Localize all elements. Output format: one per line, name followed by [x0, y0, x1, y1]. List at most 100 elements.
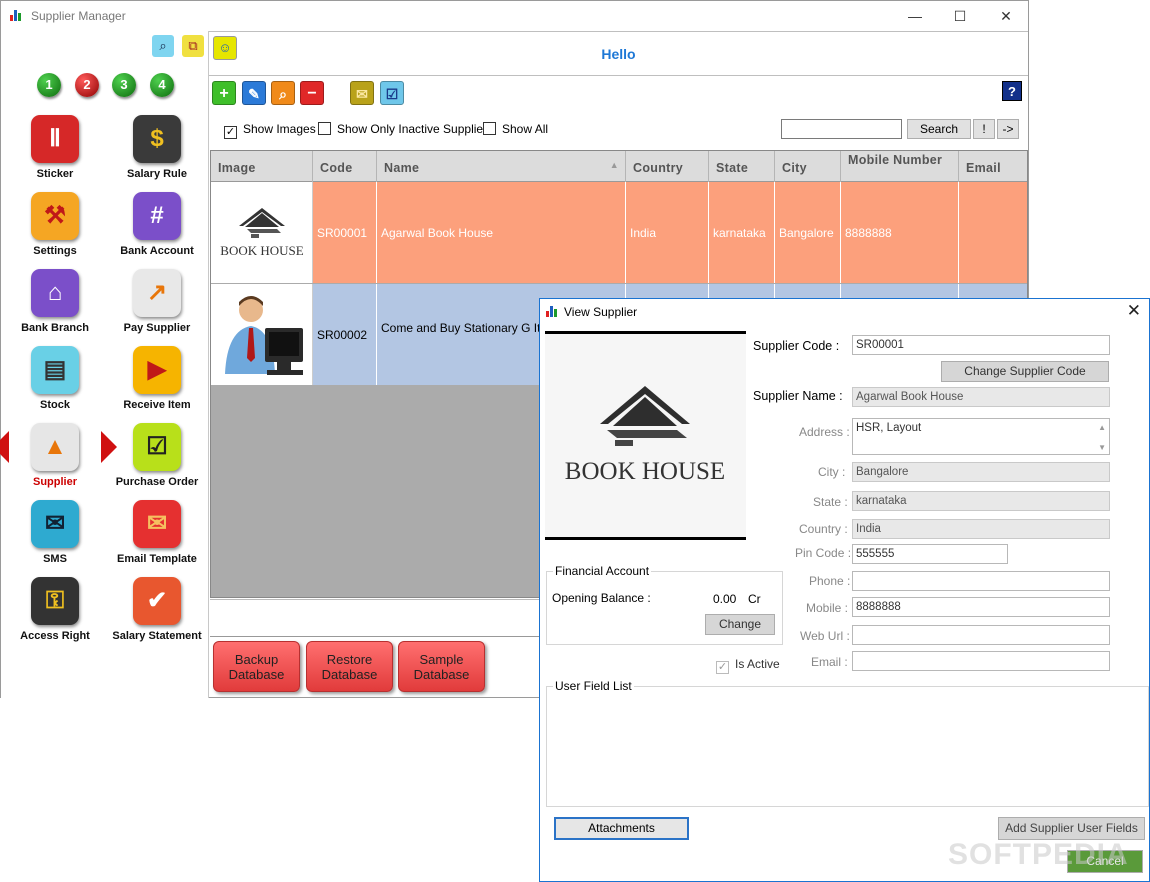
windows-icon[interactable]: ⧉	[182, 35, 204, 57]
col-name-label: Name	[384, 161, 420, 175]
nav-sms[interactable]: ✉ SMS	[7, 500, 103, 575]
nav-access-right[interactable]: ⚿ Access Right	[7, 577, 103, 652]
supplier-image: BOOK HOUSE	[545, 331, 746, 540]
greeting: Hello	[601, 46, 636, 62]
city-label: City :	[818, 465, 846, 479]
scroll-up-icon[interactable]: ▲	[1098, 420, 1106, 435]
arrow-button[interactable]: ->	[997, 119, 1019, 139]
show-images-label: Show Images	[243, 122, 316, 136]
checkbox-checked-icon: ✓	[716, 661, 729, 674]
address-field[interactable]: HSR, Layout ▲ ▼	[852, 418, 1110, 455]
page-3-button[interactable]: 3	[112, 73, 136, 97]
view-icon[interactable]: ⌕	[271, 81, 295, 105]
house-logo-icon: BOOK HOUSE	[565, 386, 725, 485]
maximize-button[interactable]: ☐	[940, 5, 980, 27]
dialog-close-button[interactable]: ✕	[1127, 301, 1141, 321]
show-inactive-checkbox[interactable]: Show Only Inactive Suppliers	[318, 122, 493, 136]
page-4-button[interactable]: 4	[150, 73, 174, 97]
nav-supplier[interactable]: ▲ Supplier	[0, 423, 117, 498]
search-button[interactable]: Search	[907, 119, 971, 139]
show-all-checkbox[interactable]: Show All	[483, 122, 548, 136]
supplier-name-field[interactable]: Agarwal Book House	[852, 387, 1110, 407]
col-image[interactable]: Image	[211, 151, 313, 182]
cell-city: Bangalore	[775, 182, 841, 283]
close-button[interactable]: ✕	[986, 5, 1026, 27]
supplier-code-field[interactable]: SR00001	[852, 335, 1110, 355]
help-button[interactable]: ?	[1002, 81, 1022, 101]
nav-receive-item[interactable]: ▶ Receive Item	[109, 346, 205, 421]
edit-icon[interactable]: ✎	[242, 81, 266, 105]
country-field[interactable]: India	[852, 519, 1110, 539]
truck-icon: ▶	[133, 346, 181, 394]
table-row[interactable]: BOOK HOUSE SR00001 Agarwal Book House In…	[211, 182, 1027, 283]
scroll-down-icon[interactable]: ▼	[1098, 440, 1106, 455]
page-2-button[interactable]: 2	[75, 73, 99, 97]
factory-icon: ▲	[31, 423, 79, 471]
financial-account-title: Financial Account	[553, 564, 652, 578]
sort-asc-icon: ▲	[609, 160, 619, 170]
change-balance-button[interactable]: Change	[705, 614, 775, 635]
restore-database-button[interactable]: Restore Database	[306, 641, 393, 692]
show-images-checkbox[interactable]: ✓ Show Images	[224, 122, 316, 139]
minimize-button[interactable]: —	[895, 5, 935, 27]
sample-database-button[interactable]: Sample Database	[398, 641, 485, 692]
mail-check-icon[interactable]: ☑	[380, 81, 404, 105]
add-user-fields-button[interactable]: Add Supplier User Fields	[998, 817, 1145, 840]
nav-bank-branch[interactable]: ⌂ Bank Branch	[7, 269, 103, 344]
attachments-button[interactable]: Attachments	[554, 817, 689, 840]
col-country[interactable]: Country	[626, 151, 709, 182]
selected-left-arrow-icon	[0, 431, 9, 463]
col-state[interactable]: State	[709, 151, 775, 182]
search-input[interactable]	[781, 119, 902, 139]
col-mobile[interactable]: Mobile Number	[841, 151, 959, 182]
is-active-checkbox[interactable]: ✓ Is Active	[716, 657, 780, 674]
country-label: Country :	[799, 522, 848, 536]
barcode-icon: Ⅱ	[31, 115, 79, 163]
dollar-icon: $	[133, 115, 181, 163]
email-icon[interactable]: ✉	[350, 81, 374, 105]
nav-label: Pay Supplier	[123, 322, 191, 334]
cell-email	[959, 182, 1027, 283]
page-1-button[interactable]: 1	[37, 73, 61, 97]
exclaim-button[interactable]: !	[973, 119, 995, 139]
nav-salary-statement[interactable]: ✔ Salary Statement	[109, 577, 205, 652]
web-url-label: Web Url :	[800, 629, 850, 643]
state-field[interactable]: karnataka	[852, 491, 1110, 511]
nav-email-template[interactable]: ✉ Email Template	[109, 500, 205, 575]
col-email[interactable]: Email	[959, 151, 1027, 182]
nav-label: Salary Rule	[127, 168, 187, 180]
col-code[interactable]: Code	[313, 151, 377, 182]
mobile-field[interactable]: 8888888	[852, 597, 1110, 617]
nav-purchase-order[interactable]: ☑ Purchase Order	[109, 423, 205, 498]
show-inactive-label: Show Only Inactive Suppliers	[337, 122, 494, 136]
web-url-field[interactable]	[852, 625, 1110, 645]
calendar-check-icon: ✔	[133, 577, 181, 625]
search-icon[interactable]: ⌕	[152, 35, 174, 57]
email-field[interactable]	[852, 651, 1110, 671]
delete-icon[interactable]: −	[300, 81, 324, 105]
factory-icon: ↗	[133, 269, 181, 317]
nav-salary-rule[interactable]: $ Salary Rule	[109, 115, 205, 190]
change-supplier-code-button[interactable]: Change Supplier Code	[941, 361, 1109, 382]
checkbox-checked-icon: ✓	[224, 126, 237, 139]
cell-mobile: 8888888	[841, 182, 959, 283]
phone-field[interactable]	[852, 571, 1110, 591]
backup-database-button[interactable]: Backup Database	[213, 641, 300, 692]
state-label: State :	[813, 495, 848, 509]
nav-stock[interactable]: ▤ Stock	[7, 346, 103, 421]
nav-label: Bank Branch	[21, 322, 89, 334]
app-icon	[546, 306, 559, 317]
nav-settings[interactable]: ⚒ Settings	[7, 192, 103, 267]
col-name[interactable]: Name ▲	[377, 151, 626, 182]
supplier-logo: BOOK HOUSE	[211, 182, 313, 283]
nav-bank-account[interactable]: # Bank Account	[109, 192, 205, 267]
city-field[interactable]: Bangalore	[852, 462, 1110, 482]
col-city[interactable]: City	[775, 151, 841, 182]
nav-sticker[interactable]: Ⅱ Sticker	[7, 115, 103, 190]
nav-pay-supplier[interactable]: ↗ Pay Supplier	[109, 269, 205, 344]
pin-code-field[interactable]: 555555	[852, 544, 1008, 564]
opening-balance-amount: 0.00	[713, 592, 737, 606]
person-computer-icon	[225, 296, 303, 375]
add-icon[interactable]: +	[212, 81, 236, 105]
user-field-list-group: User Field List	[546, 679, 1149, 807]
